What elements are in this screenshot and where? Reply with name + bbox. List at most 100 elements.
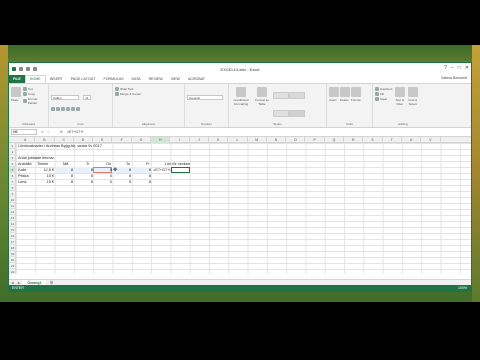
spreadsheet-grid[interactable]: ABCDEFGHIJKLMNOPQRSTUV 1 2 3 4 5 6 7 8 9 10 11 12 13… [9, 137, 471, 274]
copy-icon [23, 92, 27, 96]
autosum-button[interactable]: AutoSum [375, 87, 392, 91]
cancel-icon[interactable]: ✕ [41, 130, 44, 134]
alignment-group: Wrap Text Merge & Center Alignment [113, 84, 185, 127]
zoom-level[interactable]: 100% [458, 285, 467, 291]
row-headers: 1 2 3 4 5 6 7 8 9 10 11 12 13 14 15 16 17 18 19 20 21 22 [9, 143, 16, 274]
column-header[interactable]: I [170, 137, 190, 143]
font-name-select[interactable]: Calibri [51, 95, 79, 100]
styles-group-label: Styles [273, 122, 282, 126]
tab-insert[interactable]: INSERT [46, 75, 67, 83]
copy-button[interactable]: Copy [23, 92, 46, 96]
fill-color-icon[interactable] [71, 107, 75, 111]
border-icon[interactable] [66, 107, 70, 111]
sort-filter-button[interactable]: Sort & Filter [394, 86, 405, 107]
formula-input[interactable]: =E7+G7+I [67, 130, 83, 134]
employee-name[interactable]: Lena [18, 179, 26, 185]
hours-fr[interactable]: 8 [133, 179, 151, 185]
delete-cells-label: Delete [340, 98, 349, 102]
tab-file[interactable]: FILE [9, 75, 25, 83]
row-header[interactable]: 22 [9, 269, 16, 274]
delete-cells-button[interactable]: Delete [340, 86, 350, 103]
close-icon[interactable]: ✕ [465, 65, 469, 71]
format-cells-button[interactable]: Format [351, 86, 361, 103]
column-header[interactable]: R [344, 137, 364, 143]
wrap-text-icon [115, 87, 119, 91]
column-header[interactable]: F [113, 137, 132, 143]
column-header[interactable]: P [306, 137, 325, 143]
name-box[interactable]: H6 [11, 129, 37, 135]
fx-icon[interactable]: fx [60, 130, 63, 134]
title-bar: EXCEL13.xlsx - Excel ? – □ ✕ [9, 63, 471, 75]
format-painter-button[interactable]: Format Painter [23, 97, 46, 105]
style-swatch[interactable] [273, 110, 289, 117]
clear-label: Clear [380, 97, 388, 101]
column-header[interactable]: T [383, 137, 402, 143]
format-as-table-button[interactable]: Format as Table [253, 86, 271, 122]
merge-center-label: Merge & Center [120, 92, 142, 96]
brush-icon [23, 99, 27, 103]
column-header[interactable]: G [132, 137, 152, 143]
bold-icon[interactable] [51, 107, 55, 111]
column-header[interactable]: N [267, 137, 287, 143]
column-header[interactable]: S [363, 137, 383, 143]
autosum-label: AutoSum [380, 87, 393, 91]
paste-label: Paste [11, 98, 19, 102]
find-select-button[interactable]: Find & Select [407, 86, 418, 107]
column-header[interactable]: L [228, 137, 248, 143]
column-header[interactable]: M [248, 137, 267, 143]
style-swatch[interactable] [273, 92, 289, 99]
help-icon[interactable]: ? [444, 65, 447, 71]
column-header[interactable]: H [151, 137, 171, 143]
merge-center-button[interactable]: Merge & Center [115, 92, 182, 96]
number-format-select[interactable]: General [187, 95, 223, 100]
tab-formulas[interactable]: FORMULAS [100, 75, 128, 83]
column-header[interactable]: Q [325, 137, 345, 143]
hours-ma[interactable]: 8 [55, 179, 73, 185]
fill-button[interactable]: Fill [375, 92, 392, 96]
tab-home[interactable]: HOME [24, 75, 46, 83]
insert-cells-button[interactable]: Insert [329, 86, 339, 103]
cut-button[interactable]: Cut [23, 87, 46, 91]
font-size-select[interactable]: 11 [83, 95, 92, 100]
editing-group-label: Editing [398, 122, 408, 126]
column-header[interactable]: K [209, 137, 229, 143]
tab-review[interactable]: REVIEW [145, 75, 167, 83]
style-swatch[interactable] [289, 92, 305, 99]
wrap-text-button[interactable]: Wrap Text [115, 87, 182, 91]
status-bar: ENTER 100% [9, 285, 471, 291]
tab-data[interactable]: DATA [128, 75, 145, 83]
column-header[interactable]: O [286, 137, 306, 143]
ribbon-tabs: FILE HOME INSERT PAGE LAYOUT FORMULAS DA… [9, 75, 471, 84]
font-color-icon[interactable] [76, 107, 80, 111]
cell-gridlines [16, 143, 471, 274]
formula-bar: H6 ✕ ✓ fx =E7+G7+I [9, 128, 471, 137]
column-header[interactable]: V [421, 137, 441, 143]
number-group-label: Number [201, 122, 212, 126]
tab-page-layout[interactable]: PAGE LAYOUT [67, 75, 100, 83]
number-group: General Number [185, 84, 229, 127]
hours-to[interactable]: 5 [113, 179, 131, 185]
hours-ti[interactable]: 8 [75, 179, 93, 185]
column-header[interactable]: U [402, 137, 422, 143]
underline-icon[interactable] [61, 107, 65, 111]
maximize-icon[interactable]: □ [458, 65, 461, 71]
weekly-salary[interactable]: =E7+G7+I [153, 167, 170, 173]
sheet-title[interactable]: Lönekostnader i Andreas Bygg Ab, vecka 9… [18, 143, 102, 149]
clear-button[interactable]: Clear [375, 97, 392, 101]
cell-styles-gallery[interactable] [273, 86, 305, 122]
user-name[interactable]: Sabina Bönsdorf [441, 76, 467, 80]
minimize-icon[interactable]: – [451, 65, 454, 71]
enter-icon[interactable]: ✓ [47, 130, 50, 134]
hours-on[interactable]: 0 [94, 179, 112, 185]
cursor-icon: ✥ [113, 167, 118, 173]
column-header[interactable]: J [190, 137, 209, 143]
hourly-rate[interactable]: 15 € [36, 179, 54, 185]
italic-icon[interactable] [56, 107, 60, 111]
tab-acrobat[interactable]: ACROBAT [184, 75, 209, 83]
style-swatch[interactable] [289, 110, 305, 117]
paste-button[interactable]: Paste [11, 86, 21, 106]
active-cell[interactable] [170, 167, 190, 173]
tab-view[interactable]: VIEW [167, 75, 184, 83]
font-group: Calibri 11 Font [49, 84, 113, 127]
conditional-formatting-button[interactable]: Conditional Formatting [231, 86, 251, 122]
